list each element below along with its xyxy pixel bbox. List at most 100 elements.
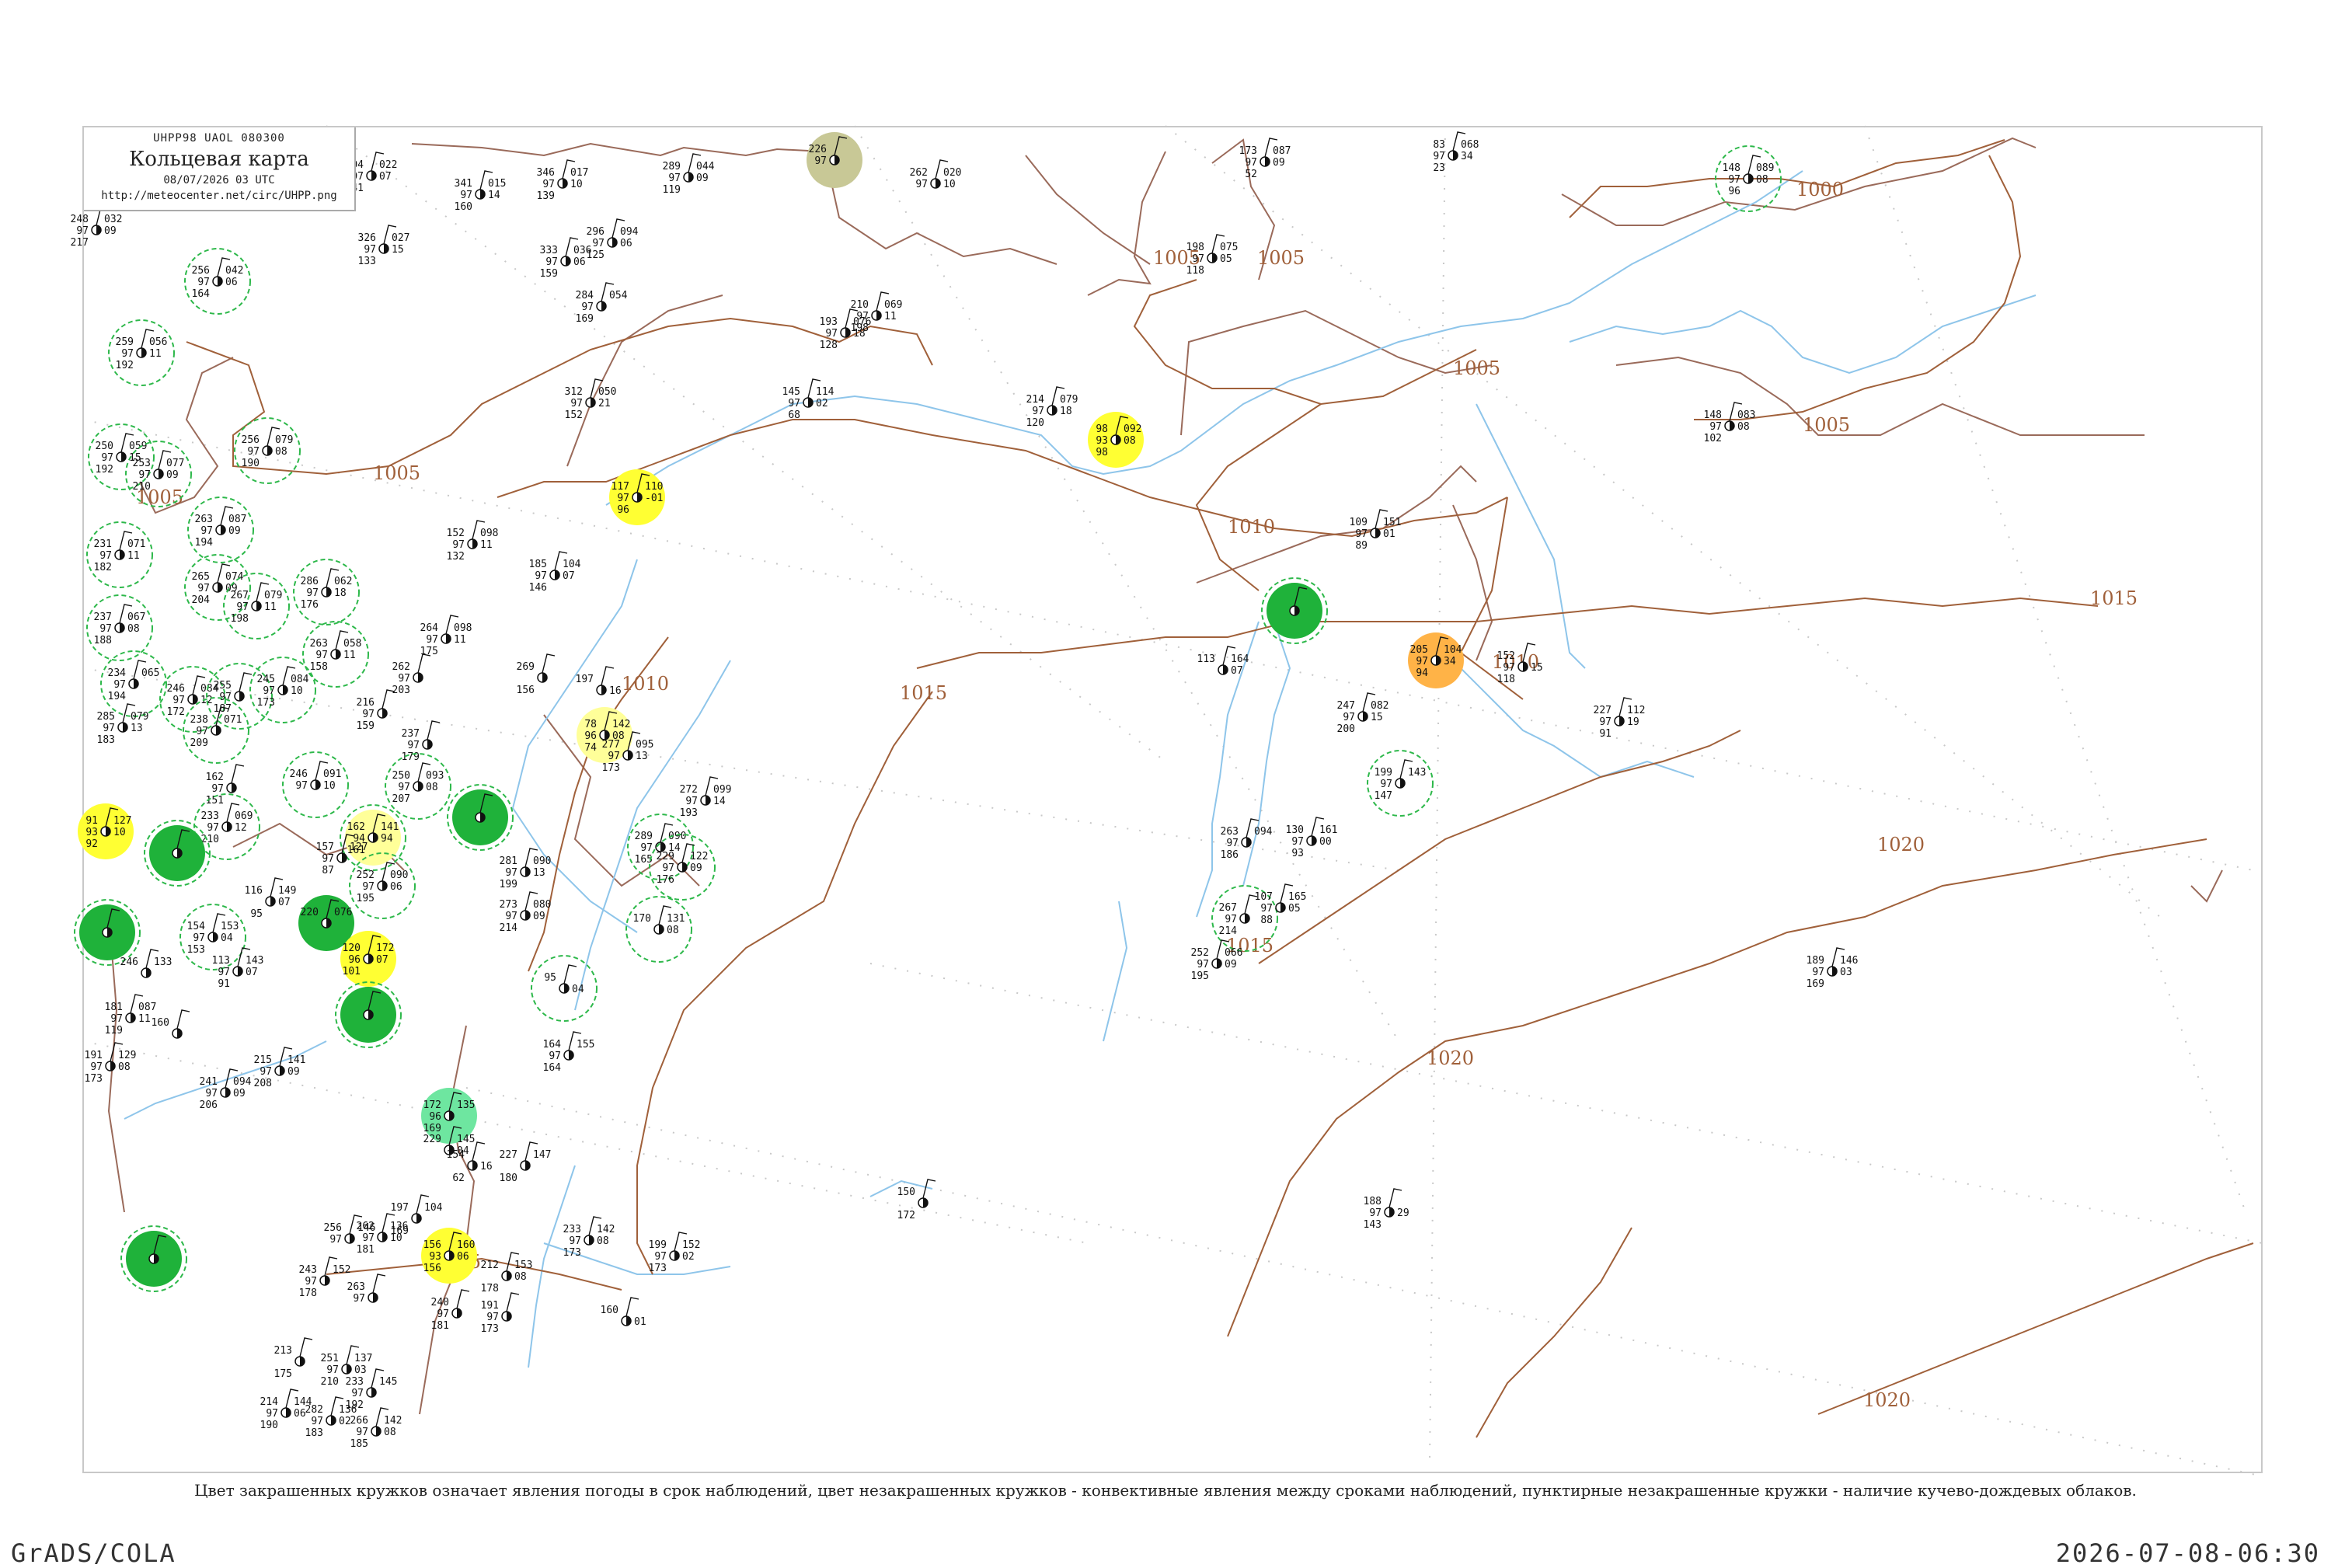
station-dewpoint: 96 — [1728, 186, 1740, 197]
station-dewpoint: 92 — [85, 838, 98, 850]
station-dewpoint: 204 — [192, 594, 211, 606]
station-plot: 1459768 11402 — [782, 378, 834, 421]
station-temperature: 251 — [321, 1353, 339, 1364]
station-pressure: 075 — [1220, 242, 1238, 253]
station-plot: 28697176 06218 — [293, 559, 360, 625]
station-temperature: 117 — [611, 481, 629, 493]
station-temperature: 341 — [455, 178, 472, 190]
station-dewpoint: 173 — [85, 1073, 103, 1085]
station-temperature: 248 — [71, 214, 89, 225]
station-tendency: 09 — [533, 911, 545, 922]
station-temperature: 170 — [633, 913, 651, 925]
render-timestamp: 2026-07-08-06:30 — [2055, 1538, 2320, 1568]
station-temperature: 267 — [231, 590, 249, 601]
station-humidity: 97 — [1728, 174, 1740, 186]
station-dewpoint: 91 — [1599, 728, 1611, 740]
station-humidity: 97 — [218, 967, 230, 978]
station-pressure: 056 — [149, 336, 167, 348]
station-pressure: 127 — [113, 815, 131, 827]
station-humidity: 97 — [200, 525, 213, 537]
station-plot: 213 175 — [274, 1337, 313, 1380]
wind-barb — [601, 666, 615, 686]
station-plot: 246 133 — [120, 949, 172, 978]
station-temperature: 252 — [1191, 947, 1209, 959]
station-humidity: 97 — [1197, 959, 1209, 970]
station-pressure: 077 — [166, 458, 184, 469]
station-dewpoint: 159 — [357, 720, 375, 732]
station-tendency: 94 — [381, 833, 393, 845]
station-tendency: 06 — [457, 1251, 469, 1263]
station-humidity: 97 — [305, 1276, 317, 1288]
wind-barb — [456, 1289, 470, 1309]
station-temperature: 197 — [391, 1202, 409, 1214]
station-plot: 1629416114194 — [340, 804, 406, 871]
station-pressure: 129 — [118, 1050, 136, 1061]
station-temperature: 229 — [657, 851, 674, 862]
station-tendency: 07 — [1231, 665, 1243, 677]
station-temperature: 215 — [254, 1054, 272, 1066]
station-plot: 21497120 07918 — [1026, 386, 1078, 429]
station-temperature: 259 — [116, 336, 134, 348]
station-tendency: 01 — [1383, 528, 1395, 540]
station-dewpoint: 194 — [195, 537, 214, 549]
station-dewpoint: 214 — [1219, 925, 1238, 937]
station-humidity: 97 — [1225, 914, 1237, 925]
station-humidity: 97 — [549, 1051, 561, 1062]
station-humidity: 96 — [429, 1111, 441, 1123]
station-temperature: 252 — [357, 869, 375, 881]
station-temperature: 233 — [563, 1224, 581, 1235]
station-temperature: 210 — [851, 299, 869, 311]
station-dewpoint: 152 — [565, 409, 583, 421]
station-humidity: 93 — [1096, 435, 1108, 447]
station-pressure: 062 — [334, 576, 352, 587]
station-dewpoint: 93 — [1291, 848, 1304, 859]
station-plot: 1179796 110-01 — [609, 469, 665, 525]
station-plot: 15297132 09811 — [447, 520, 498, 563]
station-pressure: 135 — [457, 1099, 475, 1111]
station-plot: 2279791 11219 — [1594, 697, 1645, 740]
station-plot — [74, 899, 141, 966]
station-dewpoint: 193 — [680, 807, 698, 819]
station-dewpoint: 186 — [1221, 849, 1239, 861]
station-humidity: 97 — [592, 238, 605, 249]
station-dewpoint: 139 — [537, 190, 555, 202]
station-tendency: 10 — [943, 179, 956, 190]
station-tendency: 05 — [1288, 903, 1301, 915]
station-tendency: 09 — [233, 1088, 246, 1099]
station-tendency: 08 — [384, 1427, 396, 1438]
station-pressure: 152 — [682, 1239, 700, 1251]
station-humidity: 97 — [1380, 779, 1392, 790]
station-humidity: 97 — [101, 452, 113, 464]
station-pressure: 161 — [1319, 824, 1337, 836]
station-pressure: 104 — [424, 1202, 443, 1214]
station-temperature: 160 — [601, 1305, 618, 1316]
station-tendency: 02 — [816, 398, 828, 409]
station-dewpoint: 181 — [357, 1244, 375, 1256]
station-plot: 24197206 09409 — [200, 1068, 252, 1111]
station-dewpoint: 181 — [431, 1320, 449, 1332]
station-dewpoint: 128 — [820, 340, 838, 351]
station-dewpoint: 118 — [1186, 265, 1204, 277]
station-tendency: 34 — [1461, 151, 1473, 162]
station-dewpoint: 176 — [301, 599, 319, 611]
station-humidity: 97 — [654, 1251, 667, 1263]
station-plot: 1099789 15101 — [1350, 509, 1401, 552]
station-pressure: 114 — [816, 386, 834, 398]
station-temperature: 213 — [274, 1345, 292, 1357]
station-humidity: 97 — [219, 692, 232, 703]
station-dewpoint: 94 — [1416, 667, 1428, 679]
station-plot: 989398 09208 — [1088, 412, 1144, 468]
station-temperature: 212 — [481, 1260, 499, 1271]
station-plot: 24597173 08410 — [249, 657, 316, 723]
station-humidity: 97 — [322, 853, 334, 865]
station-dewpoint: 173 — [602, 762, 620, 774]
station-temperature: 188 — [1364, 1196, 1382, 1207]
station-temperature: 189 — [1807, 955, 1824, 967]
station-plot: 839723 06834 — [1433, 131, 1479, 174]
isobar-label: 1005 — [1257, 247, 1305, 269]
station-humidity: 97 — [398, 673, 410, 685]
station-plot: 28997119 04409 — [663, 153, 715, 196]
station-pressure: 098 — [480, 528, 498, 539]
station-plot: 24397178 152 — [299, 1256, 350, 1299]
station-humidity: 97 — [99, 623, 112, 635]
